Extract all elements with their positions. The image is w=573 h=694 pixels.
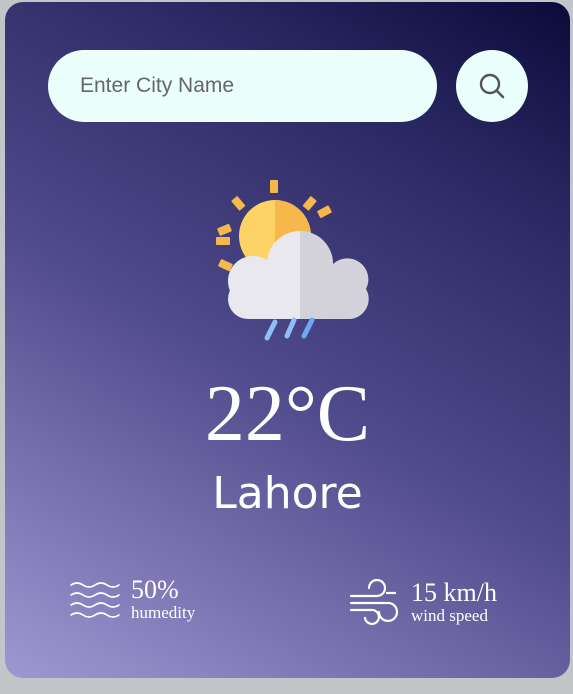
humidity-label: humedity <box>131 603 196 623</box>
search-icon <box>479 73 505 99</box>
weather-card: 22°C Lahore 50% humedity 15 km/h <box>5 2 570 678</box>
city-name: Lahore <box>212 468 363 519</box>
wind-speed-value: 15 km/h <box>411 578 497 608</box>
city-search-input[interactable] <box>78 73 437 99</box>
search-button[interactable] <box>456 50 528 122</box>
search-bar <box>48 50 437 122</box>
wind-detail: 15 km/h wind speed <box>347 576 497 630</box>
humidity-detail: 50% humedity <box>69 576 195 624</box>
temperature: 22°C <box>204 370 371 458</box>
humidity-value: 50% <box>131 575 179 605</box>
humidity-waves-icon <box>70 582 120 618</box>
wind-icon <box>349 578 399 625</box>
wind-speed-label: wind speed <box>411 606 488 626</box>
sun-cloud-rain-icon <box>216 180 369 341</box>
